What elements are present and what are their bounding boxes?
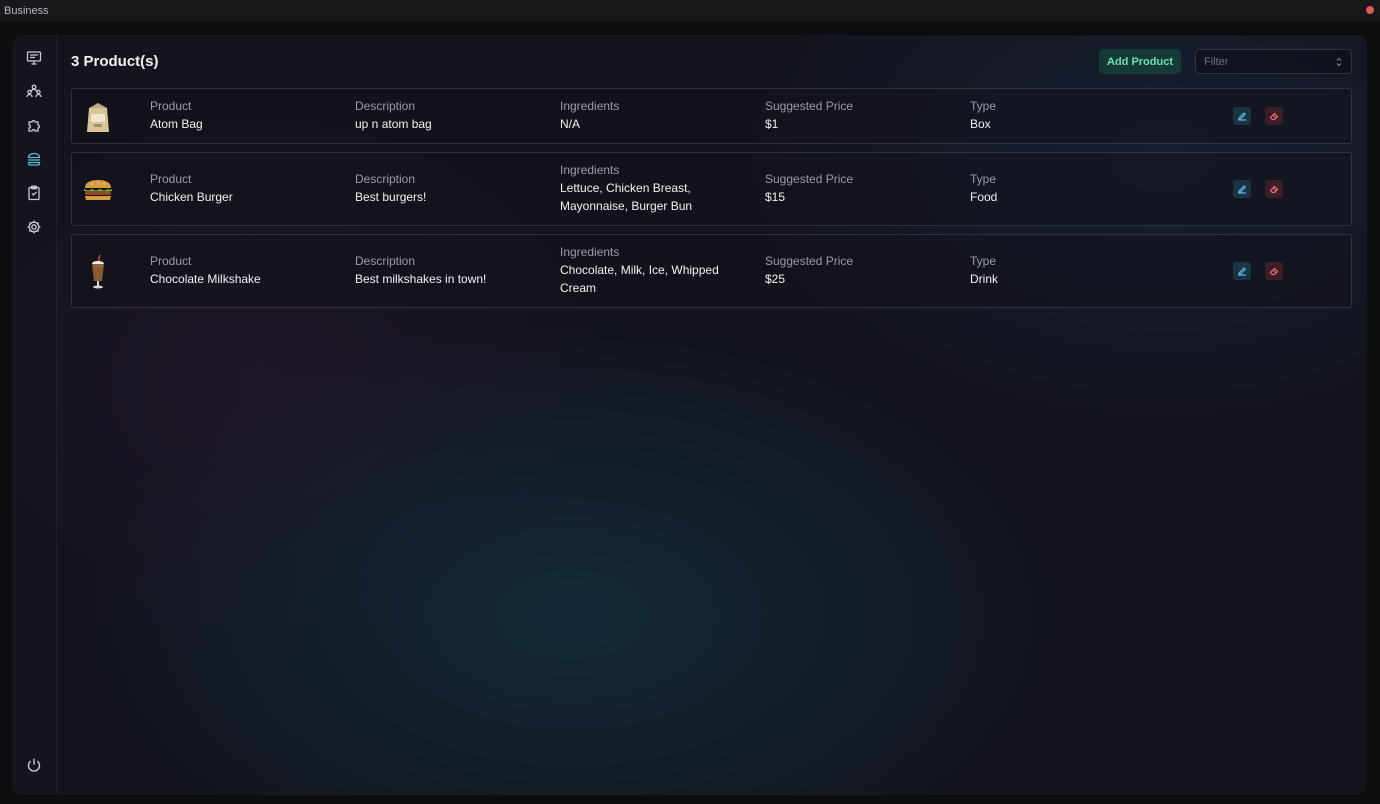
eraser-icon [1269, 112, 1279, 121]
description-label: Description [355, 172, 416, 186]
sidebar-item-products[interactable] [25, 150, 43, 168]
users-icon [26, 84, 42, 98]
puzzle-icon [28, 119, 41, 132]
eraser-icon [1269, 267, 1279, 276]
edit-icon [1238, 112, 1247, 121]
add-product-button[interactable]: Add Product [1099, 49, 1181, 74]
delete-button[interactable] [1265, 107, 1283, 125]
power-icon [27, 758, 41, 772]
product-row: Product Chocolate Milkshake Description … [71, 234, 1352, 308]
ingredients-label: Ingredients [560, 99, 620, 113]
product-price: $1 [765, 117, 779, 131]
price-label: Suggested Price [765, 99, 854, 113]
product-type: Box [970, 117, 991, 131]
product-ingredients-line: Chocolate, Milk, Ice, Whipped [560, 263, 719, 277]
clipboard-icon [28, 185, 40, 201]
type-label: Type [970, 172, 997, 186]
bag-icon [82, 99, 114, 135]
product-ingredients-line: Lettuce, Chicken Breast, [560, 181, 691, 195]
price-label: Suggested Price [765, 254, 854, 268]
gear-icon [27, 220, 41, 234]
product-label: Product [150, 99, 192, 113]
product-type: Food [970, 190, 998, 204]
product-type: Drink [970, 272, 999, 286]
product-name: Chocolate Milkshake [150, 272, 261, 286]
sidebar [12, 35, 57, 795]
product-label: Product [150, 172, 192, 186]
product-ingredients: N/A [560, 117, 581, 131]
milkshake-icon [82, 254, 114, 290]
product-label: Product [150, 254, 192, 268]
monitor-icon [26, 51, 42, 65]
eraser-icon [1269, 185, 1279, 194]
burger-food-icon [82, 172, 114, 208]
product-ingredients-line: Mayonnaise, Burger Bun [560, 199, 693, 213]
delete-button[interactable] [1265, 262, 1283, 280]
filter-input[interactable] [1204, 55, 1324, 68]
product-ingredients-line: Cream [560, 281, 597, 295]
sidebar-item-upgrades[interactable] [25, 116, 43, 134]
delete-button[interactable] [1265, 180, 1283, 198]
edit-button[interactable] [1233, 107, 1251, 125]
product-price: $15 [765, 190, 786, 204]
product-name: Atom Bag [150, 117, 203, 131]
type-label: Type [970, 99, 997, 113]
app-window: 3 Product(s) Add Product Product Atom Ba… [12, 35, 1367, 795]
price-label: Suggested Price [765, 172, 854, 186]
edit-button[interactable] [1233, 180, 1251, 198]
product-row: Product Atom Bag Description up n atom b… [71, 88, 1352, 144]
sidebar-item-dashboard[interactable] [25, 49, 43, 67]
product-description: Best milkshakes in town! [355, 272, 487, 286]
edit-icon [1238, 185, 1247, 194]
page-title: 3 Product(s) [71, 53, 159, 70]
sort-arrows-icon [1336, 57, 1342, 67]
description-label: Description [355, 99, 416, 113]
type-label: Type [970, 254, 997, 268]
ingredients-label: Ingredients [560, 163, 620, 177]
description-label: Description [355, 254, 416, 268]
burger-icon [27, 152, 41, 166]
filter-select[interactable] [1195, 49, 1352, 74]
close-dot-icon[interactable] [1366, 6, 1374, 14]
product-description: up n atom bag [355, 117, 432, 131]
edit-icon [1238, 267, 1247, 276]
logout-button[interactable] [25, 756, 43, 774]
ingredients-label: Ingredients [560, 245, 620, 259]
product-price: $25 [765, 272, 786, 286]
product-row: Product Chicken Burger Description Best … [71, 152, 1352, 226]
window-title: Business [4, 5, 49, 17]
product-name: Chicken Burger [150, 190, 233, 204]
edit-button[interactable] [1233, 262, 1251, 280]
sidebar-item-settings[interactable] [25, 218, 43, 236]
sidebar-item-orders[interactable] [25, 184, 43, 202]
main-content: 3 Product(s) Add Product Product Atom Ba… [57, 35, 1367, 795]
sidebar-item-employees[interactable] [25, 82, 43, 100]
product-description: Best burgers! [355, 190, 427, 204]
title-bar: Business [0, 0, 1380, 22]
